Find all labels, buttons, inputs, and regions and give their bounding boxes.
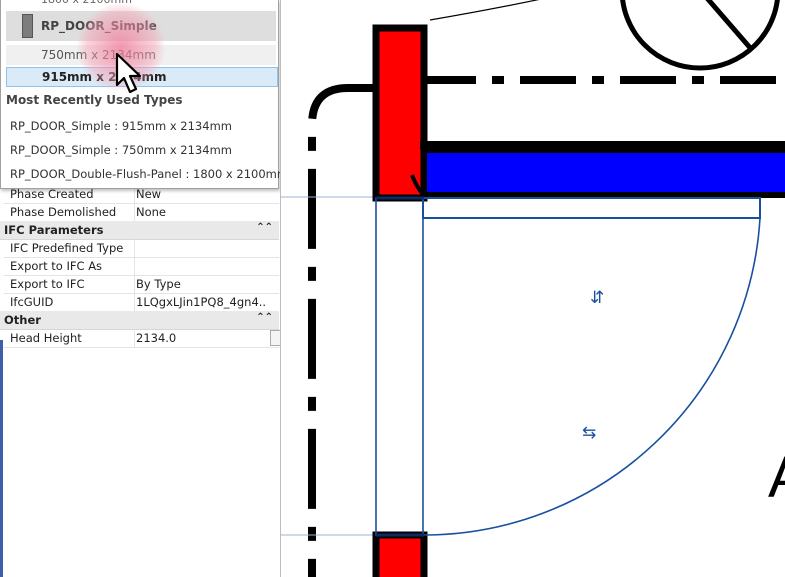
door-panel[interactable] [422,197,761,219]
door-opening-outline[interactable] [375,197,424,536]
mru-item[interactable]: RP_DOOR_Simple : 750mm x 2134mm [10,143,232,157]
property-label: IfcGUID [10,295,54,309]
group-title: IFC Parameters [4,223,104,237]
property-label: Phase Created [10,187,94,201]
group-header-other[interactable]: Other ⌃⌃ [0,311,279,330]
property-label: Head Height [10,331,82,345]
mouse-pointer-icon [115,52,142,94]
properties-panel: Phase Created New Phase Demolished None … [0,0,281,577]
group-header-ifc[interactable]: IFC Parameters ⌃⌃ [0,221,279,240]
property-label: Export to IFC As [10,259,103,273]
property-row-export-to-ifc-as[interactable]: Export to IFC As [4,257,279,276]
property-row-head-height[interactable]: Head Height 2134.0 [4,329,280,348]
property-value[interactable]: None [136,205,266,219]
panel-accent-bar [0,340,3,577]
door-selection[interactable] [375,196,761,537]
mru-item[interactable]: RP_DOOR_Double-Flush-Panel : 1800 x 2100… [10,167,280,181]
wall-cut-upper[interactable] [372,24,428,202]
wall-cut-lower[interactable] [372,531,428,577]
flip-horizontal-icon[interactable]: ⇆ [582,423,596,443]
property-value[interactable]: New [136,187,266,201]
group-title: Other [4,313,41,327]
arc-line [429,0,540,21]
room-tag-line [705,0,754,52]
door-family-icon [22,14,33,38]
mru-header: Most Recently Used Types [6,93,183,107]
wall-blue[interactable] [421,147,785,198]
property-row-phase-demolished[interactable]: Phase Demolished None [4,203,279,222]
property-row-ifc-predefined-type[interactable]: IFC Predefined Type [4,239,279,258]
property-label: IFC Predefined Type [10,241,124,255]
flip-vertical-icon[interactable]: ⇵ [590,288,604,308]
room-tag-circle [620,0,780,71]
room-letter: A [768,445,785,510]
property-row-export-to-ifc[interactable]: Export to IFC By Type [4,275,279,294]
collapse-icon[interactable]: ⌃⌃ [256,222,273,233]
property-value[interactable]: 1LQgxLJin1PQ8_4gn4... [136,295,266,309]
property-value[interactable]: 2134.0 [136,331,266,345]
mru-item[interactable]: RP_DOOR_Simple : 915mm x 2134mm [10,119,232,133]
grid-line-vertical [308,84,375,577]
property-row-ifcguid[interactable]: IfcGUID 1LQgxLJin1PQ8_4gn4... [4,293,279,312]
property-label: Phase Demolished [10,205,117,219]
collapse-icon[interactable]: ⌃⌃ [256,312,273,323]
edit-button[interactable] [270,330,280,346]
property-label: Export to IFC [10,277,85,291]
drawing-canvas[interactable]: ⇵ ⇆ A [281,0,785,577]
door-swing-arc [422,217,761,536]
property-value[interactable]: By Type [136,277,266,291]
